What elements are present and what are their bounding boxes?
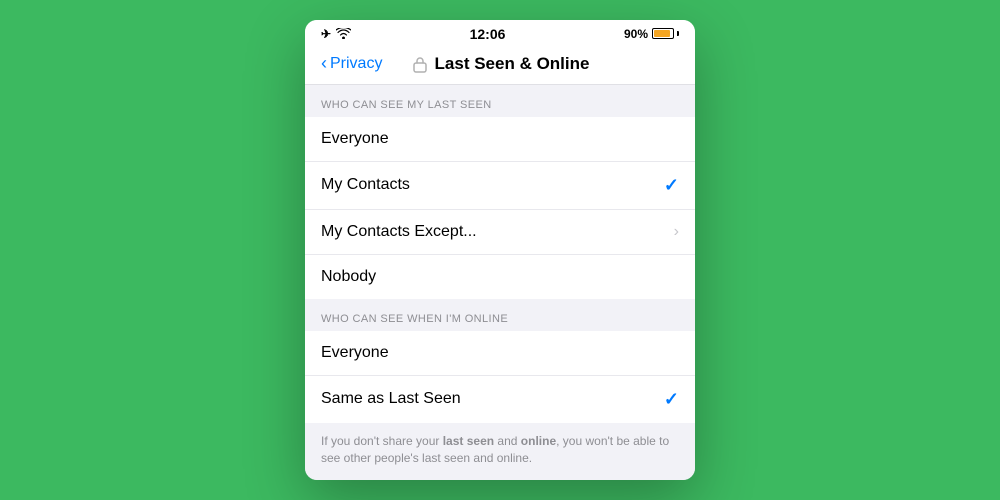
nav-lock-icon: [411, 55, 429, 73]
section2-header: WHO CAN SEE WHEN I'M ONLINE: [305, 299, 695, 331]
chevron-right-icon: ›: [674, 223, 679, 241]
battery-icon: [652, 28, 679, 39]
status-bar: ✈ 12:06 90%: [305, 20, 695, 46]
checkmark-my-contacts: ✓: [664, 175, 679, 196]
item-label-online-everyone: Everyone: [321, 344, 389, 362]
phone-content: WHO CAN SEE MY LAST SEEN Everyone My Con…: [305, 85, 695, 481]
item-label-my-contacts-except: My Contacts Except...: [321, 223, 477, 241]
footer-text: If you don't share your last seen and on…: [321, 434, 669, 465]
item-label-nobody: Nobody: [321, 268, 376, 286]
section1-header: WHO CAN SEE MY LAST SEEN: [305, 85, 695, 117]
item-label-same-as-last-seen: Same as Last Seen: [321, 390, 461, 408]
list-item-online-everyone[interactable]: Everyone: [305, 331, 695, 376]
nav-title: Last Seen & Online: [435, 54, 590, 74]
list-item-same-as-last-seen[interactable]: Same as Last Seen ✓: [305, 376, 695, 423]
item-label-my-contacts: My Contacts: [321, 176, 410, 194]
footer-bold-online: online: [521, 434, 556, 448]
wifi-icon: [336, 28, 351, 39]
list-item-everyone[interactable]: Everyone: [305, 117, 695, 162]
section1-list: Everyone My Contacts ✓ My Contacts Excep…: [305, 117, 695, 299]
airplane-icon: ✈: [321, 27, 331, 41]
list-item-nobody[interactable]: Nobody: [305, 255, 695, 299]
footer-note: If you don't share your last seen and on…: [305, 423, 695, 481]
nav-bar: ‹ Privacy Last Seen & Online: [305, 46, 695, 85]
phone-frame: ✈ 12:06 90% ‹ Privacy: [305, 20, 695, 481]
back-chevron-icon: ‹: [321, 54, 327, 72]
section2-list: Everyone Same as Last Seen ✓: [305, 331, 695, 423]
status-left: ✈: [321, 27, 351, 41]
checkmark-same-as-last-seen: ✓: [664, 389, 679, 410]
status-right: 90%: [624, 27, 679, 41]
item-label-everyone: Everyone: [321, 130, 389, 148]
status-time: 12:06: [470, 26, 506, 42]
list-item-my-contacts[interactable]: My Contacts ✓: [305, 162, 695, 210]
battery-percent: 90%: [624, 27, 648, 41]
back-label: Privacy: [330, 55, 382, 73]
footer-bold-last-seen: last seen: [443, 434, 494, 448]
nav-title-wrapper: Last Seen & Online: [401, 54, 599, 74]
list-item-my-contacts-except[interactable]: My Contacts Except... ›: [305, 210, 695, 255]
back-button[interactable]: ‹ Privacy: [321, 55, 401, 73]
